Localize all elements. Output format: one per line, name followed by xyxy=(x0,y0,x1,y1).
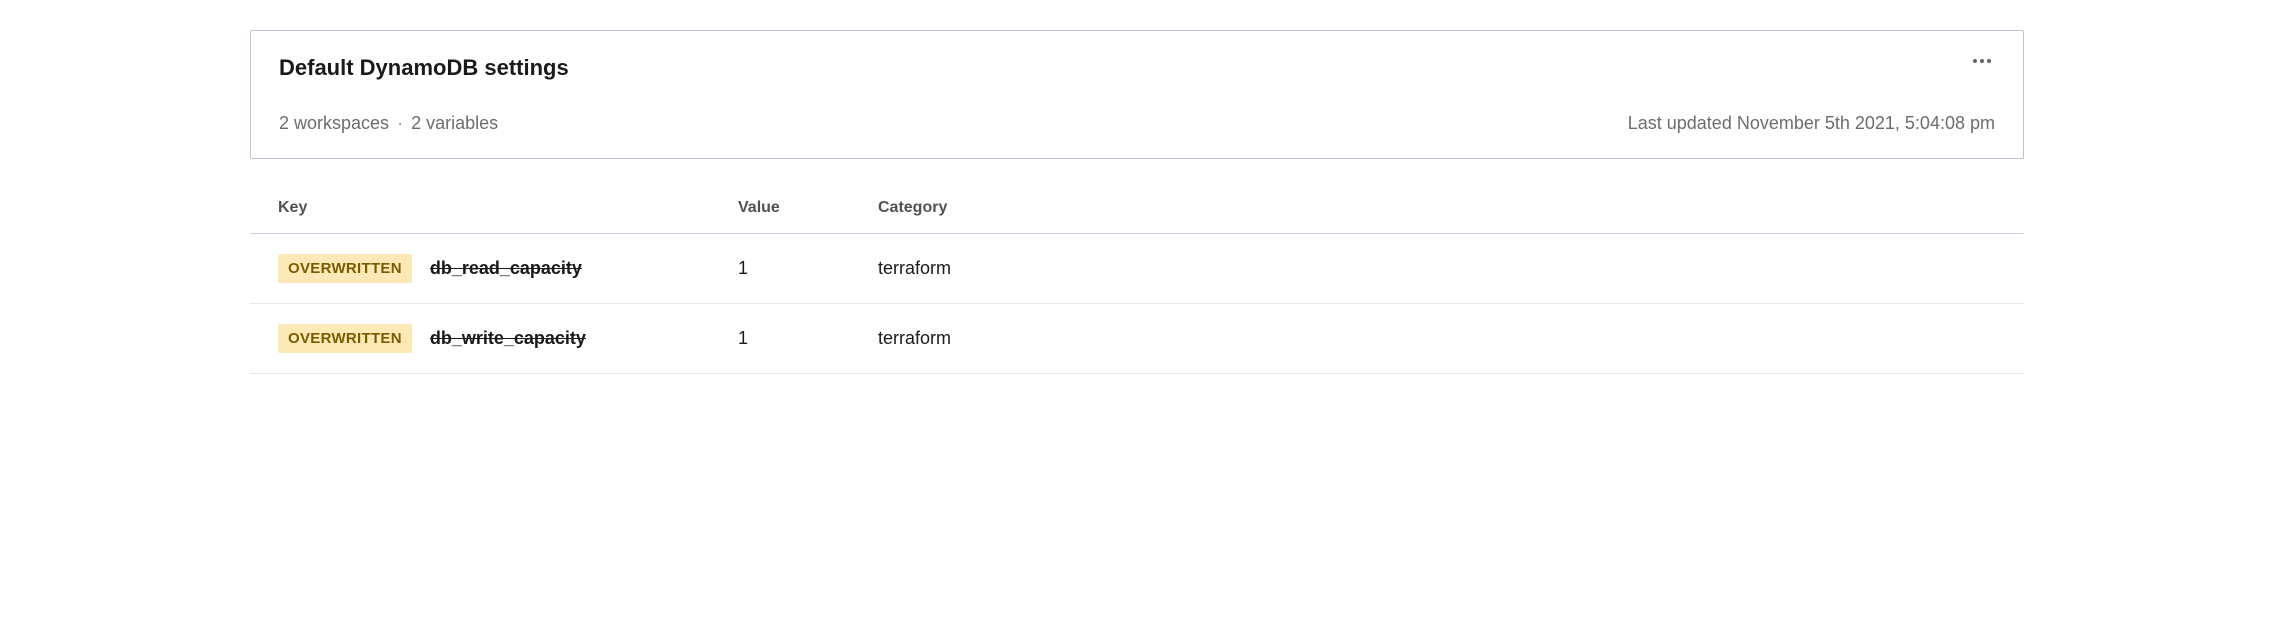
key-cell: OVERWRITTEN db_write_capacity xyxy=(278,324,738,353)
meta-separator: · xyxy=(397,113,403,134)
table-row: OVERWRITTEN db_read_capacity 1 terraform xyxy=(250,234,2024,304)
workspace-count: 2 workspaces xyxy=(279,113,389,134)
variable-key-name: db_write_capacity xyxy=(430,328,586,349)
overwritten-badge: OVERWRITTEN xyxy=(278,254,412,283)
header-value: Value xyxy=(738,199,878,217)
variables-table: Key Value Category OVERWRITTEN db_read_c… xyxy=(250,187,2024,374)
card-meta: 2 workspaces · 2 variables Last updated … xyxy=(279,113,1995,134)
meta-left: 2 workspaces · 2 variables xyxy=(279,113,498,134)
value-cell: 1 xyxy=(738,328,878,349)
table-row: OVERWRITTEN db_write_capacity 1 terrafor… xyxy=(250,304,2024,374)
value-cell: 1 xyxy=(738,258,878,279)
last-updated: Last updated November 5th 2021, 5:04:08 … xyxy=(1628,113,1995,134)
variable-key-name: db_read_capacity xyxy=(430,258,582,279)
header-category: Category xyxy=(878,199,1996,217)
card-header: Default DynamoDB settings xyxy=(279,55,1995,81)
variable-count: 2 variables xyxy=(411,113,498,134)
header-key: Key xyxy=(278,199,738,217)
overwritten-badge: OVERWRITTEN xyxy=(278,324,412,353)
card-title: Default DynamoDB settings xyxy=(279,55,569,81)
more-options-icon[interactable] xyxy=(1969,55,1995,67)
category-cell: terraform xyxy=(878,328,1996,349)
key-cell: OVERWRITTEN db_read_capacity xyxy=(278,254,738,283)
table-header-row: Key Value Category xyxy=(250,187,2024,234)
category-cell: terraform xyxy=(878,258,1996,279)
settings-card: Default DynamoDB settings 2 workspaces ·… xyxy=(250,30,2024,159)
